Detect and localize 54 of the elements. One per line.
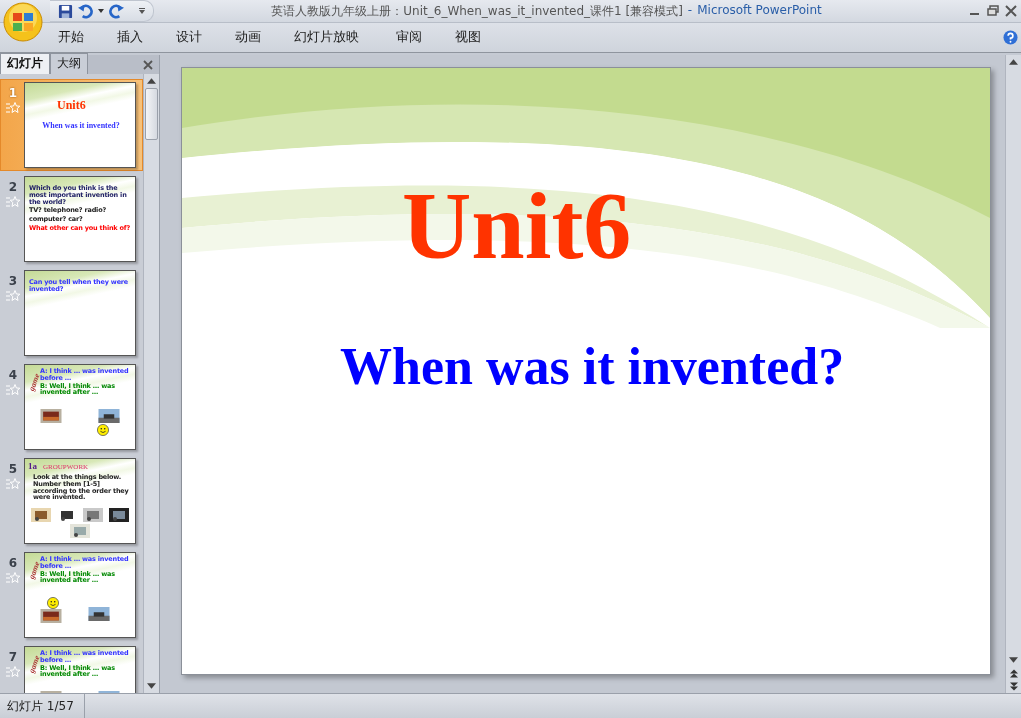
dropdown-caret-icon[interactable] <box>98 9 104 13</box>
title-separator: - <box>687 2 693 19</box>
next-slide-icon[interactable] <box>1009 682 1018 691</box>
slide-number: 7 <box>8 650 18 664</box>
ribbon-tab[interactable]: 插入 <box>117 29 143 46</box>
undo-icon[interactable] <box>78 3 93 19</box>
smiley-icon <box>97 424 109 436</box>
star-icon <box>6 290 20 302</box>
slide-title: Unit6 <box>402 173 633 279</box>
close-icon[interactable] <box>143 60 153 70</box>
ribbon-tab[interactable]: 审阅 <box>396 29 422 46</box>
slide-number: 3 <box>8 274 18 288</box>
ribbon-tab[interactable]: 动画 <box>235 29 261 46</box>
scrollbar[interactable] <box>1005 55 1021 693</box>
window-title: 英语人教版九年级上册：Unit_6_When_was_it_invented_课件1 [兼容模式] <box>271 2 683 20</box>
scroll-thumb[interactable] <box>145 88 158 140</box>
slide-counter: 幻灯片 1/57 <box>0 694 85 718</box>
thumbnail-title: Unit6 <box>57 98 86 113</box>
slide-number: 6 <box>8 556 18 570</box>
redo-icon[interactable] <box>109 3 124 19</box>
slide-subtitle: When was it invented? <box>340 336 846 396</box>
slide-number: 5 <box>8 462 18 476</box>
slide-number: 1 <box>8 86 18 100</box>
scrollbar[interactable] <box>143 74 159 693</box>
ribbon-tab[interactable]: 开始 <box>58 29 84 46</box>
smiley-icon <box>47 597 59 609</box>
restore-icon[interactable] <box>987 5 999 17</box>
thumbnail-heading: 1a <box>28 461 37 471</box>
save-icon[interactable] <box>58 3 73 19</box>
star-icon <box>6 572 20 584</box>
ribbon-tab[interactable]: 幻灯片放映 <box>294 29 359 46</box>
scroll-up-icon[interactable] <box>147 78 156 84</box>
panel-tab[interactable]: 幻灯片 <box>0 53 50 74</box>
star-icon <box>6 384 20 396</box>
slide-number: 2 <box>8 180 18 194</box>
slide-number: 4 <box>8 368 18 382</box>
scroll-down-icon[interactable] <box>147 683 156 689</box>
customize-toolbar-icon[interactable] <box>139 8 145 14</box>
previous-slide-icon[interactable] <box>1009 669 1018 678</box>
star-icon <box>6 478 20 490</box>
app-name: Microsoft PowerPoint <box>697 2 822 19</box>
ribbon-tab[interactable]: 视图 <box>455 29 481 46</box>
close-icon[interactable] <box>1005 5 1017 17</box>
slide-thumbnail[interactable]: Unit6 When was it invented? <box>24 82 136 168</box>
scroll-up-icon[interactable] <box>1009 59 1018 65</box>
ribbon-tab[interactable]: 设计 <box>176 29 202 46</box>
panel-tab[interactable]: 大纲 <box>50 53 88 74</box>
star-icon <box>6 102 20 114</box>
help-icon[interactable] <box>1003 30 1018 45</box>
star-icon <box>6 666 20 678</box>
scroll-down-icon[interactable] <box>1009 657 1018 663</box>
thumbnail-text: When was it invented? <box>41 121 121 130</box>
star-icon <box>6 196 20 208</box>
slide-thumbnail-row[interactable]: 1 Unit6 When was it invented? <box>0 79 143 171</box>
